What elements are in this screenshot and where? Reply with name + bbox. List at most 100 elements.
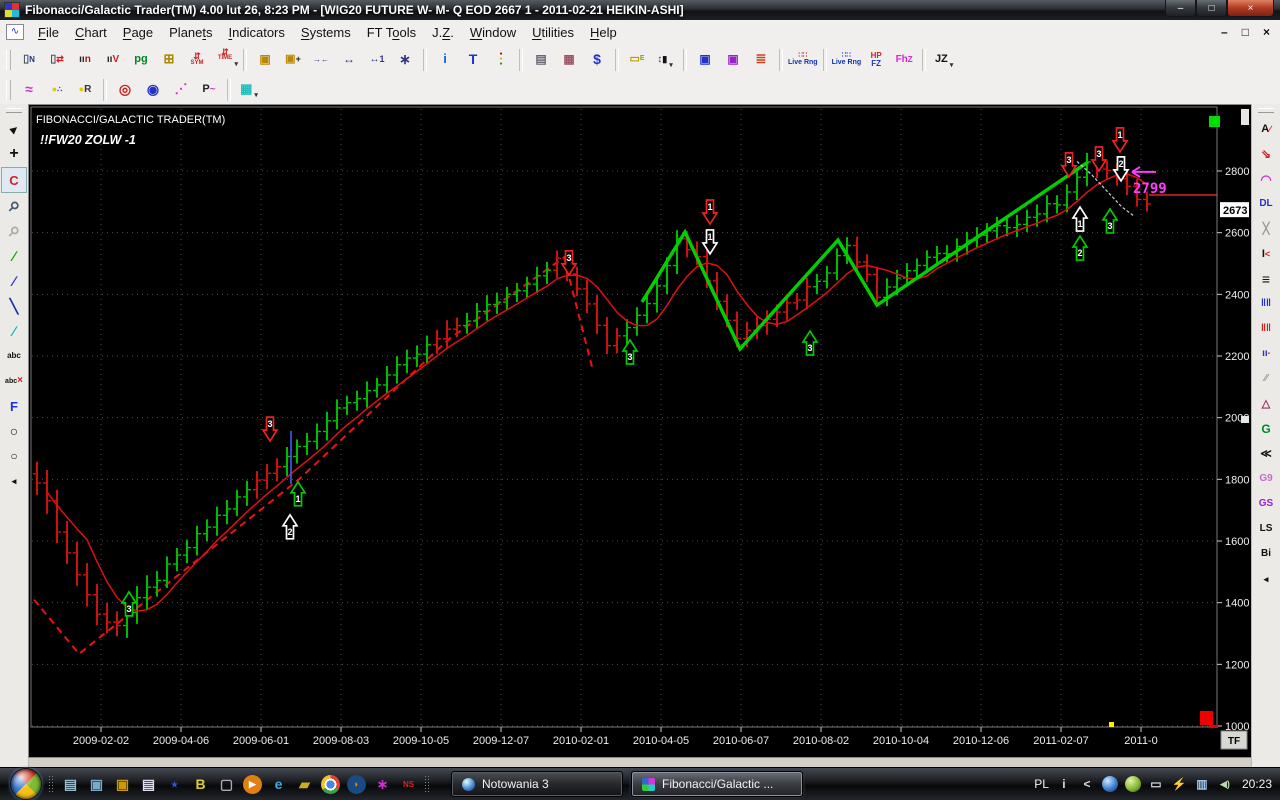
fan-corner-tool[interactable]: ≪ (1254, 442, 1278, 466)
expand-bars-button[interactable]: ↔ (335, 47, 363, 73)
bars-n-button[interactable]: ıı n (71, 47, 99, 73)
overflow-arrow[interactable]: ◂ (1254, 567, 1278, 591)
text-delete-tool[interactable]: abc × (2, 369, 26, 393)
traffic-light-button[interactable]: ● ● ● (487, 47, 515, 73)
tray-collapse-icon[interactable]: < (1079, 776, 1095, 792)
compress-bars-button[interactable]: →← (307, 47, 335, 73)
planet-aspects-button[interactable]: ● ∴ (43, 77, 71, 103)
tile-windows-button[interactable]: ▣ + (279, 47, 307, 73)
taskbar-window-notowania[interactable]: Notowania 3 (451, 771, 623, 797)
tray-display-icon[interactable]: ▭ (1148, 776, 1164, 792)
charts-blue-button[interactable]: ▣ (691, 47, 719, 73)
page-button[interactable]: pg (127, 47, 155, 73)
candle-style-button[interactable]: ↕ ▮ ▾ (651, 47, 679, 73)
pen-navy-tool[interactable]: ╲ (2, 294, 26, 318)
waves-button[interactable]: ≈ (15, 77, 43, 103)
open-symbol-button[interactable]: ▯ ⇄ (43, 47, 71, 73)
menu-chart[interactable]: Chart (67, 22, 115, 43)
magnet-tool[interactable]: C (1, 167, 27, 193)
menu-indicators[interactable]: Indicators (221, 22, 293, 43)
ie-icon[interactable]: e (269, 775, 288, 794)
dropdown-arrow-icon[interactable]: ▾ (254, 92, 258, 103)
pointer-tool[interactable]: ► (2, 117, 26, 141)
mini-chart-tool[interactable]: ıı ▪ (1254, 342, 1278, 366)
scale-one-button[interactable]: ↔ 1 (363, 47, 391, 73)
data-calendar-button[interactable]: ▦ (555, 47, 583, 73)
menu-planets[interactable]: Planets (161, 22, 220, 43)
new-chart-button[interactable]: ▯ N (15, 47, 43, 73)
ls-tool[interactable]: LS (1254, 517, 1278, 541)
toolbar-grip[interactable] (6, 49, 11, 70)
taskband-grip[interactable] (424, 775, 431, 793)
gs-tool[interactable]: GS (1254, 492, 1278, 516)
zoom-page-tool[interactable]: ⚲ (2, 194, 26, 218)
ruler-button[interactable]: ▭ E (623, 47, 651, 73)
document-icon[interactable]: ∿ (6, 24, 24, 40)
hash-grid-button[interactable]: ≣ (747, 47, 775, 73)
fhz-button[interactable]: FhZ (890, 47, 918, 73)
charts-purple-button[interactable]: ▣ (719, 47, 747, 73)
maximize-button[interactable]: □ (1196, 0, 1227, 17)
toolbox-grip[interactable] (1258, 108, 1274, 113)
jz-button[interactable]: JZ ▾ (930, 47, 958, 73)
b-app-icon[interactable]: B (191, 775, 210, 794)
menu-utilities[interactable]: Utilities (524, 22, 582, 43)
network-icon[interactable]: ▥ (1194, 776, 1210, 792)
language-indicator[interactable]: PL (1034, 777, 1049, 791)
pen-blue-tool[interactable]: ∕ (2, 269, 26, 293)
text-tool-button[interactable]: T (459, 47, 487, 73)
explorer-icon[interactable]: ▣ (113, 775, 132, 794)
bars-v-button[interactable]: ıı V (99, 47, 127, 73)
menu-systems[interactable]: Systems (293, 22, 359, 43)
hlines-tool[interactable]: ≡ (1254, 267, 1278, 291)
notepad-icon[interactable]: ▤ (139, 775, 158, 794)
planet-circle-button[interactable]: ◉ (139, 77, 167, 103)
chart-plot[interactable]: 3 3 1 2 3 3 1 1 3 3 3 1 2 1 3 2 2799 FIBONACCI/GALACTIC T… (29, 105, 1249, 753)
symbol-scale-button[interactable]: ⇵ SYM (183, 47, 211, 73)
paint-app-icon[interactable]: ∗ (373, 775, 392, 794)
mdi-restore-button[interactable]: □ (1242, 25, 1249, 39)
text-abc-tool[interactable]: abc (2, 344, 26, 368)
media-player-icon[interactable]: ▶ (243, 774, 262, 794)
menu-jz[interactable]: J.Z. (424, 22, 462, 43)
ns-app-icon[interactable]: NS (399, 775, 418, 794)
menu-fttools[interactable]: FT Tools (359, 22, 424, 43)
chart-window[interactable]: 3 3 1 2 3 3 1 1 3 3 3 1 2 1 3 2 2799 FIBONACCI/GALACTIC T… (28, 104, 1254, 758)
center-button[interactable]: ∗ (391, 47, 419, 73)
pen-green-tool[interactable]: ∕ (2, 244, 26, 268)
quicklaunch-grip[interactable] (48, 775, 55, 793)
hp-fz-button[interactable]: HP FZ (862, 47, 890, 73)
show-desktop-icon[interactable]: ▤ (61, 775, 80, 794)
crosshair-tool[interactable]: + (2, 142, 26, 166)
live-range-blue-button[interactable]: ∷∷ Live Rng (831, 47, 863, 73)
pointer-info-button[interactable]: i (431, 47, 459, 73)
impulse-tool[interactable]: I < (1254, 242, 1278, 266)
vlines-red-tool[interactable]: ‖‖ (1254, 317, 1278, 341)
arcs-tool[interactable]: ◠ (1254, 167, 1278, 191)
p-wave-button[interactable]: P ~ (195, 77, 223, 103)
overflow-arrow[interactable]: ◂ (2, 469, 26, 493)
menu-file[interactable]: File (30, 22, 67, 43)
time-scale-button[interactable]: ⇵ TIME ▾ (211, 47, 239, 73)
mdi-close-button[interactable]: × (1263, 25, 1270, 39)
planet-retrograde-button[interactable]: ● R (71, 77, 99, 103)
folder-icon[interactable]: ▰ (295, 775, 314, 794)
toolbar-grip[interactable] (6, 79, 11, 100)
bi-tool[interactable]: Bi (1254, 542, 1278, 566)
tray-clock-green-icon[interactable] (1124, 776, 1141, 792)
parallel-lines-tool[interactable]: ∕∕ (1254, 367, 1278, 391)
minimize-button[interactable]: – (1165, 0, 1196, 17)
zoom-page-disabled-tool[interactable]: ⚲ (2, 219, 26, 243)
ellipse-tool[interactable]: ○ (2, 419, 26, 443)
recycle-bin-icon[interactable]: ▢ (217, 775, 236, 794)
fan-lines-tool[interactable]: ⇘ (1254, 142, 1278, 166)
triangle-tool[interactable]: △ (1254, 392, 1278, 416)
grid-table-button[interactable]: ▦ ▾ (235, 77, 263, 103)
ellipse-flat-tool[interactable]: ○ (2, 444, 26, 468)
menu-page[interactable]: Page (115, 22, 161, 43)
volume-icon[interactable]: ◀) (1217, 776, 1233, 792)
dropdown-arrow-icon[interactable]: ▾ (950, 62, 954, 73)
close-button[interactable]: × (1227, 0, 1274, 17)
angle-tool[interactable]: A ∕ (1254, 117, 1278, 141)
dollar-button[interactable]: $ (583, 47, 611, 73)
